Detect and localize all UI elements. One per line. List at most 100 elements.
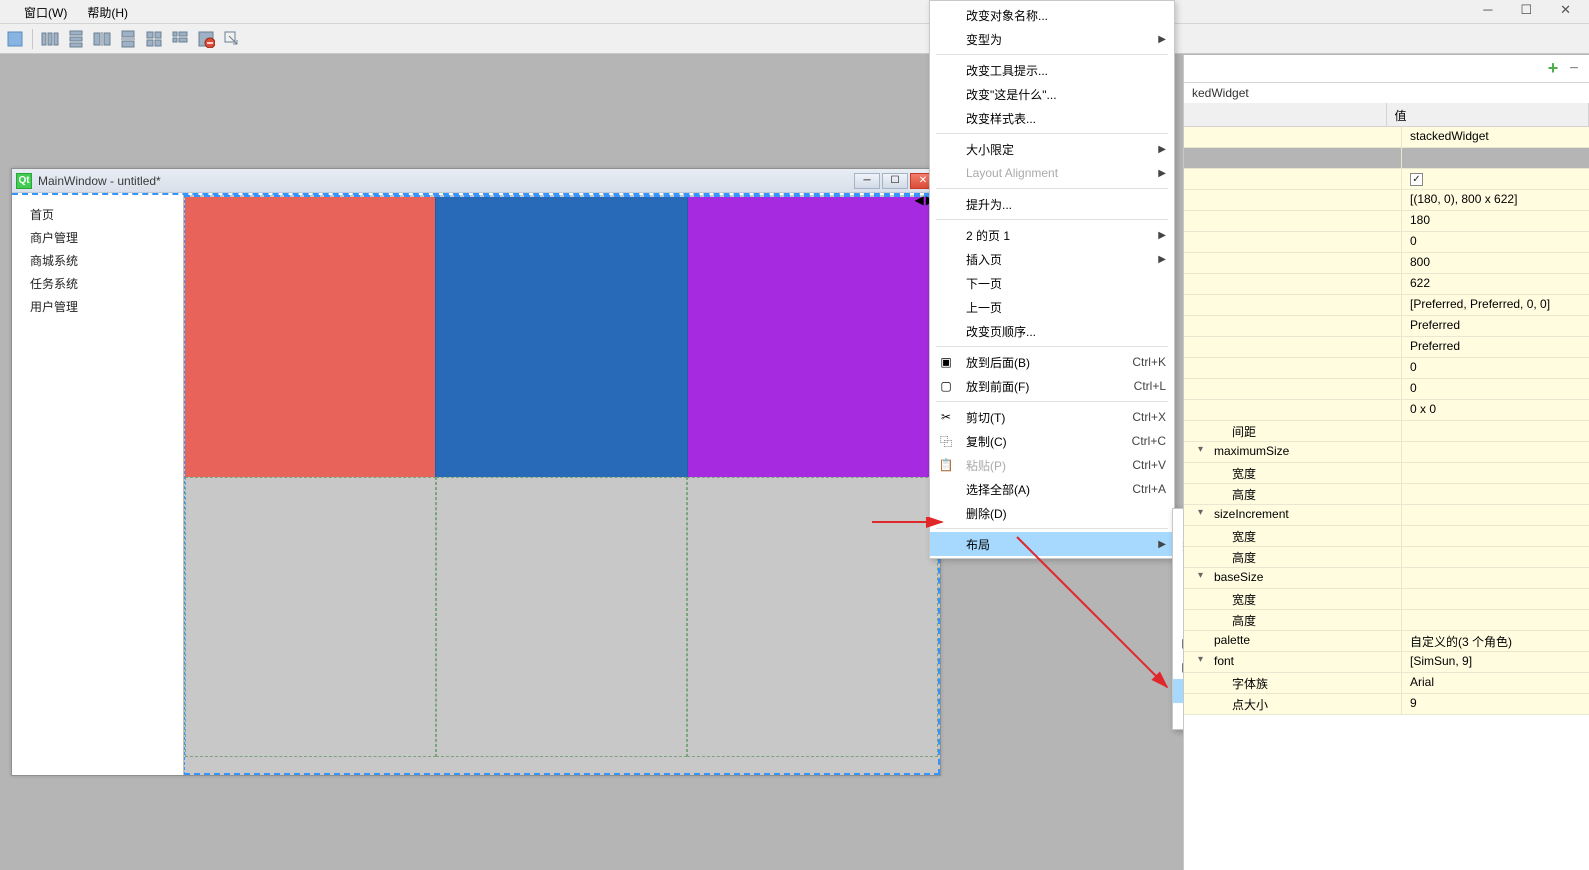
list-item[interactable]: 首页	[30, 203, 183, 226]
menu-window[interactable]: 窗口(W)	[14, 0, 77, 23]
maximize-button[interactable]: ☐	[1520, 2, 1532, 18]
chevron-right-icon: ▶	[1158, 168, 1166, 179]
property-row[interactable]: 0 x 0	[1184, 400, 1589, 421]
menubar: 窗口(W) 帮助(H)	[0, 0, 1589, 24]
blue-widget[interactable]	[436, 197, 687, 477]
property-row[interactable]: 0	[1184, 232, 1589, 253]
ctx-size-constraints[interactable]: 大小限定▶	[930, 137, 1174, 161]
property-panel: + − kedWidget 值 stackedWidget[(180, 0), …	[1183, 55, 1589, 870]
close-button[interactable]: ✕	[1560, 2, 1571, 18]
property-row[interactable]: [Preferred, Preferred, 0, 0]	[1184, 295, 1589, 316]
property-row[interactable]	[1184, 169, 1589, 190]
property-header: 值	[1184, 103, 1589, 127]
property-row[interactable]: 622	[1184, 274, 1589, 295]
property-row[interactable]: 0	[1184, 358, 1589, 379]
list-item[interactable]: 商城系统	[30, 249, 183, 272]
property-row[interactable]: 高度	[1184, 610, 1589, 631]
ctx-separator	[936, 54, 1168, 55]
ctx-next-page[interactable]: 下一页	[930, 271, 1174, 295]
property-row[interactable]: stackedWidget	[1184, 127, 1589, 148]
side-list[interactable]: 首页 商户管理 商城系统 任务系统 用户管理	[12, 195, 184, 775]
property-row[interactable]: 间距	[1184, 421, 1589, 442]
property-row[interactable]: sizeIncrement	[1184, 505, 1589, 526]
ctx-change-stylesheet[interactable]: 改变样式表...	[930, 106, 1174, 130]
remove-button[interactable]: −	[1565, 60, 1583, 78]
ctx-change-page-order[interactable]: 改变页顺序...	[930, 319, 1174, 343]
ctx-prev-page[interactable]: 上一页	[930, 295, 1174, 319]
ctx-copy[interactable]: ⿻复制(C)Ctrl+C	[930, 429, 1174, 453]
context-menu: 改变对象名称... 变型为▶ 改变工具提示... 改变"这是什么"... 改变样…	[929, 0, 1175, 559]
toolbar	[0, 24, 1589, 54]
page-prev-arrow[interactable]: ◀	[914, 193, 925, 207]
property-header-value[interactable]: 值	[1387, 103, 1589, 126]
layout-hsplit-icon[interactable]	[91, 28, 113, 50]
chevron-right-icon: ▶	[1158, 539, 1166, 550]
empty-cell[interactable]	[436, 477, 687, 757]
layout-h-icon[interactable]	[39, 28, 61, 50]
ctx-change-object-name[interactable]: 改变对象名称...	[930, 3, 1174, 27]
ctx-change-tooltip[interactable]: 改变工具提示...	[930, 58, 1174, 82]
ctx-send-back[interactable]: ▣放到后面(B)Ctrl+K	[930, 350, 1174, 374]
property-row[interactable]: font[SimSun, 9]	[1184, 652, 1589, 673]
ctx-morph-into[interactable]: 变型为▶	[930, 27, 1174, 51]
red-widget[interactable]	[185, 197, 436, 477]
menu-help[interactable]: 帮助(H)	[77, 0, 138, 23]
ctx-delete[interactable]: 删除(D)	[930, 501, 1174, 525]
layout-grid-icon[interactable]	[143, 28, 165, 50]
property-header-name[interactable]	[1184, 103, 1387, 126]
ctx-layout[interactable]: 布局▶	[930, 532, 1174, 556]
purple-widget[interactable]	[688, 197, 938, 477]
empty-cell[interactable]	[687, 477, 938, 757]
property-row[interactable]: Preferred	[1184, 337, 1589, 358]
list-item[interactable]: 任务系统	[30, 272, 183, 295]
window-maximize-button[interactable]: ☐	[882, 173, 908, 189]
empty-cell[interactable]	[185, 477, 436, 757]
minimize-button[interactable]: ─	[1483, 2, 1492, 18]
property-row[interactable]: 高度	[1184, 484, 1589, 505]
property-row[interactable]: 点大小9	[1184, 694, 1589, 715]
ctx-promote-to[interactable]: 提升为...	[930, 192, 1174, 216]
property-row[interactable]: Preferred	[1184, 316, 1589, 337]
window-title: MainWindow - untitled*	[38, 174, 854, 188]
grid-bottom-row	[185, 477, 938, 757]
chevron-right-icon: ▶	[1158, 144, 1166, 155]
cut-icon: ✂	[938, 409, 954, 425]
ctx-change-whatsthis[interactable]: 改变"这是什么"...	[930, 82, 1174, 106]
break-layout-icon[interactable]	[195, 28, 217, 50]
ctx-insert-page[interactable]: 插入页▶	[930, 247, 1174, 271]
titlebar: Qt MainWindow - untitled* ─ ☐ ✕	[12, 169, 940, 193]
property-row[interactable]: 高度	[1184, 547, 1589, 568]
ctx-select-all[interactable]: 选择全部(A)Ctrl+A	[930, 477, 1174, 501]
layout-vsplit-icon[interactable]	[117, 28, 139, 50]
property-row[interactable]: [(180, 0), 800 x 622]	[1184, 190, 1589, 211]
list-item[interactable]: 商户管理	[30, 226, 183, 249]
property-row[interactable]: 0	[1184, 379, 1589, 400]
mainwindow-frame[interactable]: Qt MainWindow - untitled* ─ ☐ ✕ 首页 商户管理 …	[11, 168, 941, 776]
ctx-separator	[936, 528, 1168, 529]
property-row[interactable]: 宽度	[1184, 589, 1589, 610]
ctx-bring-front[interactable]: ▢放到前面(F)Ctrl+L	[930, 374, 1174, 398]
ctx-page-info[interactable]: 2 的页 1▶	[930, 223, 1174, 247]
chevron-right-icon: ▶	[1158, 254, 1166, 265]
window-minimize-button[interactable]: ─	[854, 173, 880, 189]
property-row[interactable]: 180	[1184, 211, 1589, 232]
list-item[interactable]: 用户管理	[30, 295, 183, 318]
property-row[interactable]: maximumSize	[1184, 442, 1589, 463]
copy-icon: ⿻	[938, 433, 954, 449]
add-button[interactable]: +	[1543, 59, 1563, 79]
property-row[interactable]: 800	[1184, 253, 1589, 274]
stacked-widget[interactable]: ◀ ▶	[184, 195, 940, 775]
property-row[interactable]: baseSize	[1184, 568, 1589, 589]
layout-v-icon[interactable]	[65, 28, 87, 50]
property-row[interactable]: 宽度	[1184, 526, 1589, 547]
checkbox[interactable]	[1410, 173, 1423, 186]
edit-widgets-icon[interactable]	[4, 28, 26, 50]
property-row[interactable]: 宽度	[1184, 463, 1589, 484]
layout-form-icon[interactable]	[169, 28, 191, 50]
property-row[interactable]: palette自定义的(3 个角色)	[1184, 631, 1589, 652]
bring-front-icon: ▢	[938, 378, 954, 394]
property-row[interactable]: 字体族Arial	[1184, 673, 1589, 694]
adjust-size-icon[interactable]	[221, 28, 243, 50]
ctx-cut[interactable]: ✂剪切(T)Ctrl+X	[930, 405, 1174, 429]
property-row[interactable]	[1184, 148, 1589, 169]
